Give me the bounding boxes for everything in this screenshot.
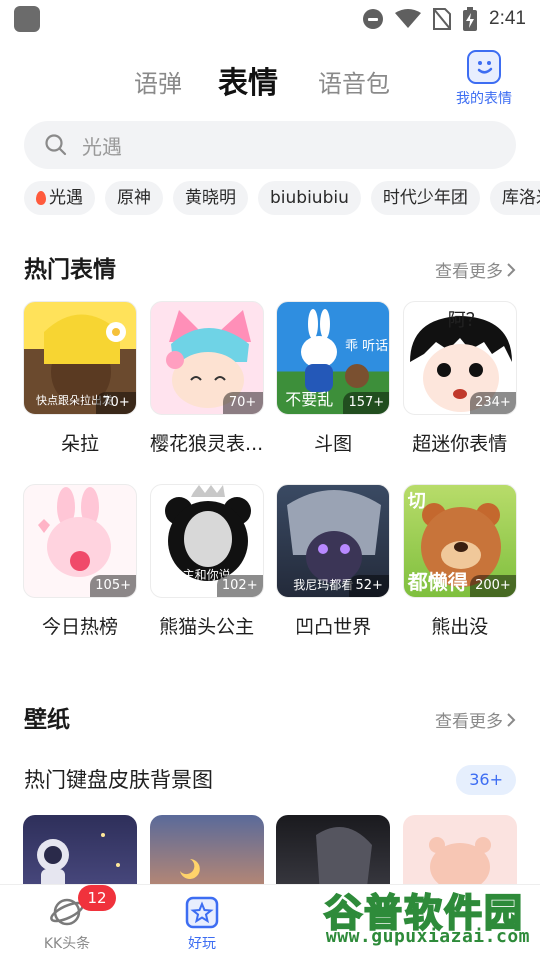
flame-icon bbox=[36, 191, 46, 205]
emoji-pack-card[interactable]: 阿？ 234+ 超迷你表情 bbox=[402, 301, 517, 456]
planet-icon: 12 bbox=[50, 885, 116, 929]
trending-chips: 光遇 原神 黄晓明 biubiubiu 时代少年团 库洛米 bbox=[24, 181, 540, 215]
more-label: 查看更多 bbox=[435, 262, 503, 282]
clock: 2:41 bbox=[489, 8, 526, 29]
do-not-disturb-icon bbox=[363, 9, 384, 29]
my-emoji-button[interactable]: 我的表情 bbox=[452, 50, 516, 108]
pack-count: 200+ bbox=[470, 575, 516, 597]
emoji-pack-thumbnail: 切 都懒得 200+ bbox=[402, 484, 517, 598]
pack-count: 234+ bbox=[470, 392, 516, 414]
search-input[interactable]: 光遇 bbox=[24, 121, 516, 169]
emoji-pack-card[interactable]: 快点跟朵拉出发 70+ 朵拉 bbox=[23, 301, 137, 456]
emoji-pack-label: 熊猫头公主 bbox=[159, 616, 255, 638]
no-sim-icon bbox=[433, 8, 452, 30]
thumbnail-caption-top: 切 bbox=[407, 491, 426, 512]
emoji-pack-thumbnail: 乖 听话 不要乱 157+ bbox=[276, 301, 391, 415]
wallpaper-row bbox=[23, 815, 517, 895]
chevron-right-icon bbox=[507, 712, 516, 727]
wallpaper-thumbnail[interactable] bbox=[402, 815, 517, 895]
chip-label: 时代少年团 bbox=[382, 188, 468, 208]
emoji-pack-card[interactable]: 我尼玛都看 52+ 凹凸世界 bbox=[276, 484, 391, 639]
chip-tnt[interactable]: 时代少年团 bbox=[370, 181, 480, 215]
thumbnail-caption: 阿？ bbox=[447, 310, 484, 331]
pack-count: 102+ bbox=[216, 575, 263, 597]
keyboard-skin-count-badge[interactable]: 36+ bbox=[456, 765, 516, 795]
pack-count: 70+ bbox=[222, 392, 263, 414]
tab-emoji[interactable]: 表情 bbox=[218, 58, 278, 102]
emoji-pack-thumbnail: 阿？ 234+ bbox=[402, 301, 517, 415]
emoji-pack-label: 凹凸世界 bbox=[295, 616, 372, 638]
emoji-pack-label: 斗图 bbox=[314, 433, 353, 455]
wallpaper-thumbnail[interactable] bbox=[23, 815, 137, 895]
bottom-nav: 12 KK头条 好玩 bbox=[0, 884, 540, 960]
battery-charging-icon bbox=[463, 7, 478, 31]
pack-count: 105+ bbox=[90, 575, 136, 597]
pack-count: 70+ bbox=[96, 392, 136, 414]
thumbnail-caption: 都懒得 bbox=[407, 570, 468, 594]
chip-genshin[interactable]: 原神 bbox=[105, 181, 163, 215]
emoji-pack-card[interactable]: 切 都懒得 200+ 熊出没 bbox=[402, 484, 517, 639]
wallpaper-thumbnail[interactable] bbox=[276, 815, 391, 895]
emoji-pack-label: 朵拉 bbox=[60, 433, 99, 455]
chevron-right-icon bbox=[507, 262, 516, 277]
emoji-pack-card[interactable]: 乖 听话 不要乱 157+ 斗图 bbox=[276, 301, 391, 456]
keyboard-skin-title: 热门键盘皮肤背景图 bbox=[24, 768, 213, 792]
emoji-pack-thumbnail: 本公主和你说 102+ bbox=[149, 484, 264, 598]
pack-count: 157+ bbox=[343, 392, 390, 414]
hot-emoji-title: 热门表情 bbox=[24, 257, 116, 283]
emoji-pack-label: 今日热榜 bbox=[41, 616, 118, 638]
wallpaper-more-link[interactable]: 查看更多 bbox=[435, 707, 516, 732]
pack-count: 52+ bbox=[349, 575, 390, 597]
chip-label: 黄晓明 bbox=[185, 188, 236, 208]
more-label: 查看更多 bbox=[435, 712, 503, 732]
chip-guangyu[interactable]: 光遇 bbox=[24, 181, 95, 215]
nav-item-fun[interactable]: 好玩 bbox=[157, 893, 247, 953]
wallpaper-title: 壁纸 bbox=[24, 707, 70, 733]
hot-emoji-grid: 快点跟朵拉出发 70+ 朵拉 70+ 樱花狼灵表... 乖 听话 不要乱 157… bbox=[23, 301, 517, 639]
my-emoji-label: 我的表情 bbox=[456, 91, 512, 107]
emoji-pack-thumbnail: 快点跟朵拉出发 70+ bbox=[23, 301, 137, 415]
wifi-icon bbox=[395, 9, 422, 28]
chip-label: biubiubiu bbox=[270, 188, 349, 208]
star-bookmark-icon bbox=[185, 895, 219, 929]
chip-label: 原神 bbox=[117, 188, 151, 208]
nav-label: KK头条 bbox=[43, 936, 91, 952]
chip-kuromi[interactable]: 库洛米 bbox=[489, 181, 540, 215]
tab-danmaku[interactable]: 语弹 bbox=[134, 64, 182, 99]
emoji-pack-thumbnail: 105+ bbox=[23, 484, 137, 598]
chip-biubiubiu[interactable]: biubiubiu bbox=[258, 181, 361, 215]
emoji-pack-card[interactable]: 105+ 今日热榜 bbox=[23, 484, 137, 639]
thumbnail-caption: 不要乱 bbox=[285, 390, 334, 409]
emoji-pack-label: 熊出没 bbox=[431, 616, 489, 638]
status-icons: 2:41 bbox=[363, 6, 526, 32]
thumbnail-caption: 我尼玛都看 bbox=[293, 578, 354, 592]
nav-item-kk-headlines[interactable]: 12 KK头条 bbox=[22, 885, 116, 953]
chip-label: 光遇 bbox=[49, 188, 83, 208]
unread-badge: 12 bbox=[78, 885, 116, 911]
hot-emoji-more-link[interactable]: 查看更多 bbox=[435, 257, 516, 282]
status-bar: 2:41 bbox=[0, 0, 540, 40]
emoji-pack-thumbnail: 我尼玛都看 52+ bbox=[276, 484, 391, 598]
svg-text:乖 听话: 乖 听话 bbox=[345, 339, 388, 354]
emoji-pack-card[interactable]: 本公主和你说 102+ 熊猫头公主 bbox=[149, 484, 264, 639]
tab-voice-pack[interactable]: 语音包 bbox=[318, 64, 390, 99]
nav-label: 好玩 bbox=[188, 936, 216, 952]
emoji-pack-label: 樱花狼灵表... bbox=[150, 433, 264, 455]
notification-app-icon bbox=[14, 6, 40, 32]
emoji-pack-thumbnail: 70+ bbox=[149, 301, 264, 415]
emoji-pack-card[interactable]: 70+ 樱花狼灵表... bbox=[149, 301, 264, 456]
search-icon bbox=[45, 134, 67, 156]
chip-label: 库洛米 bbox=[501, 188, 540, 208]
smiley-face-icon bbox=[467, 50, 501, 84]
emoji-pack-label: 超迷你表情 bbox=[412, 433, 508, 455]
search-placeholder: 光遇 bbox=[82, 134, 122, 159]
wallpaper-thumbnail[interactable] bbox=[149, 815, 264, 895]
chip-huang-xiaoming[interactable]: 黄晓明 bbox=[173, 181, 248, 215]
